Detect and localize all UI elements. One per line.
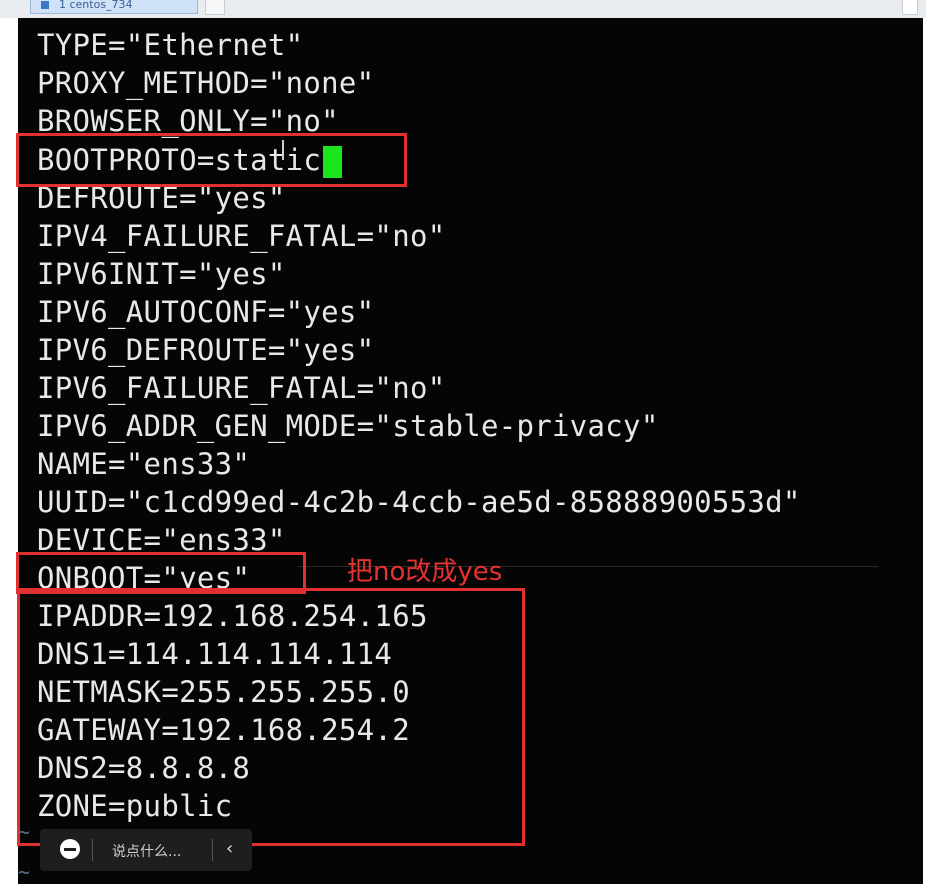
config-line: UUID="c1cd99ed-4c2b-4ccb-ae5d-8588890055… <box>37 485 801 519</box>
tab-centos[interactable]: 1 centos_734 <box>30 0 198 14</box>
config-line: IPV6_AUTOCONF="yes" <box>37 295 375 329</box>
emoji-icon[interactable] <box>60 839 80 859</box>
new-tab-button[interactable] <box>205 0 225 15</box>
comment-input[interactable]: 说点什么... <box>112 841 181 861</box>
config-line: IPV4_FAILURE_FATAL="no" <box>37 219 446 253</box>
tilde-marker: ~ <box>18 860 31 884</box>
divider <box>92 839 93 861</box>
comment-toolbar: 说点什么... ‹ <box>40 829 252 871</box>
tab-title: 1 centos_734 <box>59 0 133 11</box>
config-line: IPV6_ADDR_GEN_MODE="stable-privacy" <box>37 409 659 443</box>
config-line: IPV6_DEFROUTE="yes" <box>37 333 375 367</box>
highlight-box-network-settings <box>17 588 525 846</box>
tab-bar: 1 centos_734 <box>0 0 926 18</box>
config-line: PROXY_METHOD="none" <box>37 66 375 100</box>
config-line: IPV6_FAILURE_FATAL="no" <box>37 371 446 405</box>
highlight-box-bootproto <box>16 133 407 187</box>
window-control-button[interactable] <box>902 0 918 15</box>
config-line: TYPE="Ethernet" <box>37 28 304 62</box>
divider <box>212 839 213 861</box>
terminal-tab-icon <box>41 1 49 9</box>
tilde-marker: ~ <box>18 820 31 844</box>
annotation-note: 把no改成yes <box>347 557 503 587</box>
config-line: IPV6INIT="yes" <box>37 257 286 291</box>
config-line: NAME="ens33" <box>37 447 251 481</box>
collapse-arrow-icon[interactable]: ‹ <box>226 838 233 859</box>
